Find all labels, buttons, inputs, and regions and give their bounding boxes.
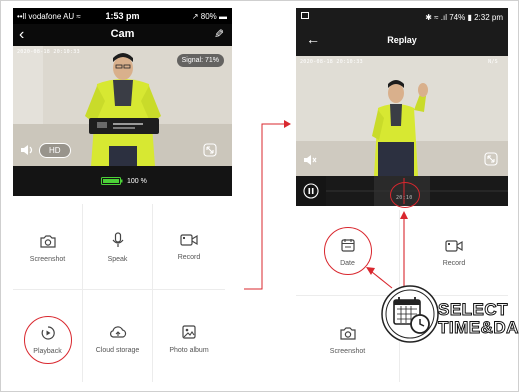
right-status-bar: ✱ ≈ .ıl 74% ▮ 2:32 pm: [296, 8, 508, 26]
replay-video-feed[interactable]: 2020-08-18 20:10:33 N/S: [296, 56, 508, 176]
playback-timeline[interactable]: 20:10: [296, 176, 508, 208]
right-nav-bar: ← Replay: [296, 26, 508, 56]
callout-line2: TIME&DA: [438, 318, 519, 337]
calendar-clock-icon: [381, 285, 439, 343]
mute-icon[interactable]: [303, 153, 317, 167]
replay-scene: [296, 56, 508, 176]
page-title-replay: Replay: [387, 35, 417, 45]
pause-icon[interactable]: [303, 183, 319, 199]
replay-timestamp: 2020-08-18 20:10:33: [300, 59, 363, 65]
camera-icon: [339, 327, 356, 340]
fullscreen-icon[interactable]: [484, 152, 498, 166]
replay-corner-text: N/S: [488, 59, 498, 65]
replay-record-label: Record: [442, 260, 466, 267]
replay-screenshot-label: Screenshot: [329, 348, 366, 355]
timeline-highlight-circle: [390, 182, 420, 208]
video-camera-icon: [445, 240, 463, 252]
status-indicators: ✱ ≈ .ıl 74% ▮ 2:32 pm: [425, 13, 503, 22]
date-highlight-circle: [324, 227, 372, 275]
callout-line1: SELECT: [438, 300, 509, 319]
gallery-notification-icon: [301, 12, 309, 19]
